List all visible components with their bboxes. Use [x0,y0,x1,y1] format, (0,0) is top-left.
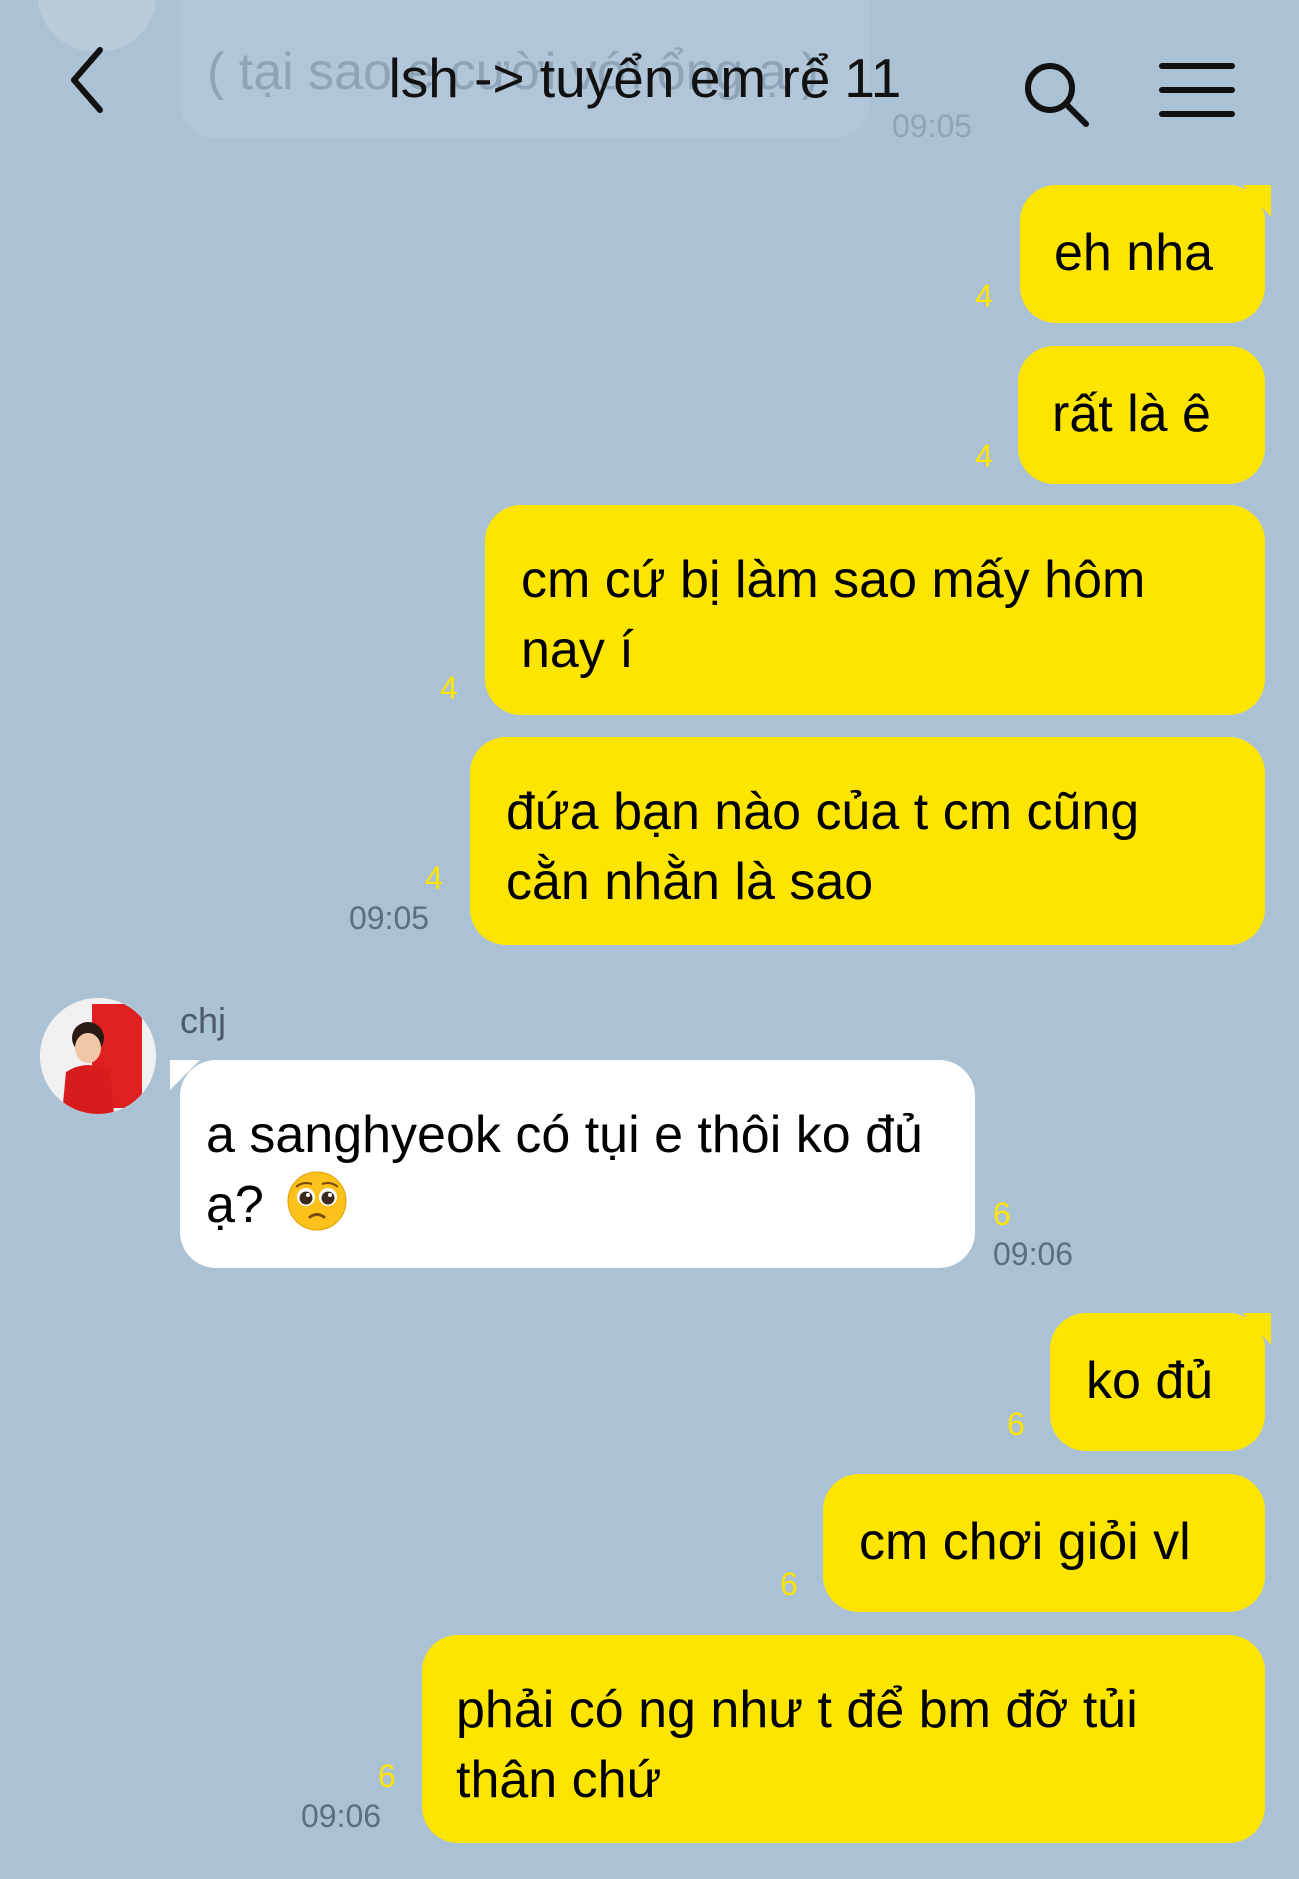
pleading-face-emoji [287,1171,347,1231]
message-text: rất là ê [1052,385,1211,443]
member-count: 11 [844,47,902,109]
search-icon [1025,63,1089,127]
message-bubble-outgoing[interactable]: cm chơi giỏi vl [823,1474,1265,1612]
unread-count: 6 [1007,1406,1025,1442]
unread-count: 6 [993,1196,1011,1232]
message-text: đứa bạn nào của t cm cũng cằn nhằn là sa… [506,783,1140,911]
message-bubble-outgoing[interactable]: eh nha [1020,185,1271,323]
unread-count: 4 [440,670,458,706]
message-bubble-outgoing[interactable]: rất là ê [1018,346,1265,484]
unread-count: 4 [425,860,443,896]
message-bubble-outgoing[interactable]: ko đủ [1050,1313,1271,1451]
unread-count: 4 [975,438,993,474]
unread-count: 6 [780,1566,798,1602]
message-time: 09:06 [993,1236,1074,1272]
message-bubble-incoming[interactable]: a sanghyeok có tụi e thôi ko đủ ạ? [170,1060,975,1268]
message-bubble-outgoing[interactable]: phải có ng như t để bm đỡ tủi thân chứ [422,1635,1265,1843]
message-text: eh nha [1054,224,1214,282]
back-button[interactable] [58,40,128,120]
chat-title: lsh -> tuyển em rể 11 [330,46,960,110]
unread-count: 6 [378,1758,396,1794]
back-icon [71,47,103,113]
profile-photo [40,998,156,1114]
menu-button[interactable] [1158,60,1236,120]
unread-count: 4 [975,278,993,314]
message-text: cm chơi giỏi vl [859,1513,1191,1571]
message-text: ko đủ [1086,1352,1214,1410]
message-text: phải có ng như t để bm đỡ tủi thân chứ [456,1681,1138,1809]
chat-header: lsh -> tuyển em rể 11 [0,0,1299,160]
message-bubble-outgoing[interactable]: đứa bạn nào của t cm cũng cằn nhằn là sa… [470,737,1265,945]
chat-title-text: lsh -> tuyển em rể [388,47,831,109]
sender-name: chj [180,1000,227,1041]
menu-icon [1159,63,1235,117]
message-time: 09:05 [349,900,430,936]
message-bubble-outgoing[interactable]: cm cứ bị làm sao mấy hôm nay í [485,505,1265,715]
avatar[interactable] [40,998,156,1114]
message-text: cm cứ bị làm sao mấy hôm nay í [521,551,1146,679]
search-button[interactable] [1020,58,1094,132]
message-time: 09:06 [301,1798,382,1834]
